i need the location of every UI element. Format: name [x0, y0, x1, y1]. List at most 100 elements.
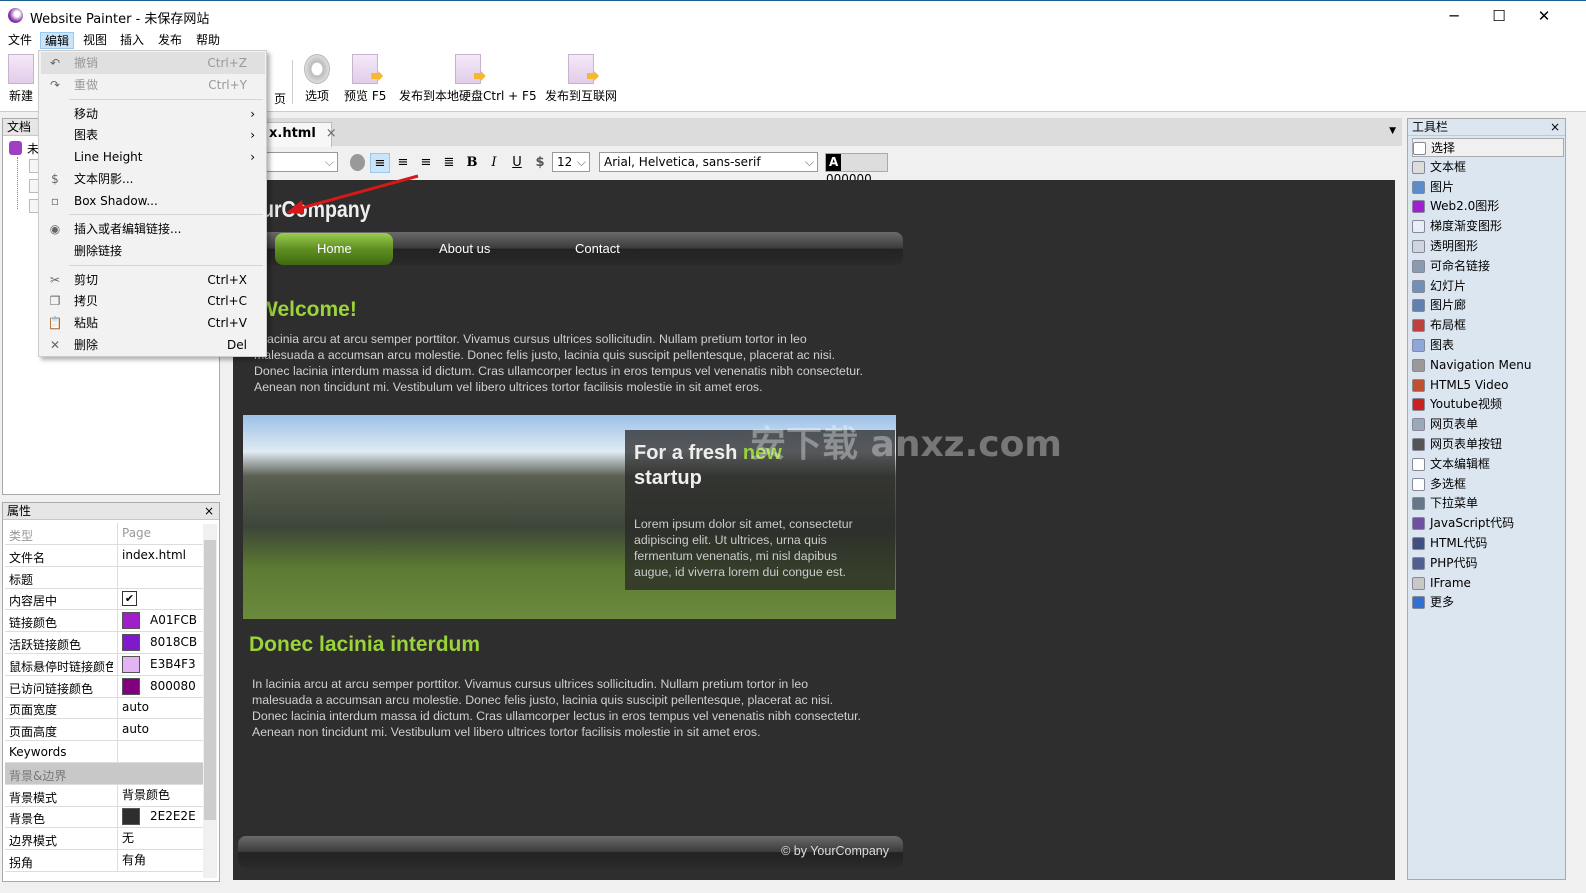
text-color-button[interactable]: A000000	[825, 153, 888, 186]
section-paragraph[interactable]: In lacinia arcu at arcu semper porttitor…	[252, 676, 892, 740]
property-value-cell[interactable]: 背景颜色	[117, 784, 204, 807]
property-row[interactable]: 类型 Page	[5, 523, 204, 545]
property-row[interactable]: 页面高度 auto	[5, 719, 204, 742]
property-row[interactable]: 内容居中 ✔	[5, 588, 204, 611]
tool-item[interactable]: 选择	[1412, 138, 1564, 157]
property-value-cell[interactable]: 8018CB	[117, 632, 204, 654]
color-swatch[interactable]	[122, 677, 140, 695]
publish-web-button[interactable]: 发布到互联网	[545, 54, 617, 104]
menu-edit[interactable]: 编辑	[40, 32, 75, 49]
property-value-cell[interactable]: E3B4F3	[117, 653, 204, 676]
tool-item[interactable]: Navigation Menu	[1412, 356, 1564, 375]
property-row[interactable]: 边界模式 无	[5, 828, 204, 851]
property-row[interactable]: 背景模式 背景颜色	[5, 784, 204, 807]
welcome-heading[interactable]: Welcome!	[258, 298, 357, 322]
text-shadow-button[interactable]: $	[530, 153, 550, 173]
close-window-button[interactable]: ✕	[1521, 5, 1567, 27]
properties-scrollbar[interactable]	[203, 524, 217, 878]
site-footer[interactable]: © by YourCompany	[238, 836, 903, 868]
nav-about[interactable]: About us	[439, 241, 490, 256]
checkbox[interactable]: ✔	[122, 591, 137, 607]
close-tab-button[interactable]: ×	[326, 126, 337, 141]
property-value-cell[interactable]: A01FCB	[117, 610, 204, 633]
menu-item[interactable]: $ 文本阴影...	[41, 168, 265, 190]
preview-button[interactable]: 预览 F5	[344, 54, 386, 104]
property-row[interactable]: 页面宽度 auto	[5, 697, 204, 720]
tool-item[interactable]: 图表	[1412, 336, 1564, 355]
menu-view[interactable]: 视图	[79, 32, 111, 49]
property-value[interactable]: 无	[122, 831, 134, 845]
tool-item[interactable]: HTML代码	[1412, 534, 1564, 553]
tool-item[interactable]: 图片廊	[1412, 296, 1564, 315]
font-family-select[interactable]: Arial, Helvetica, sans-serif ⌵	[599, 152, 818, 172]
property-row[interactable]: 活跃链接颜色 8018CB	[5, 632, 204, 654]
tool-item[interactable]: JavaScript代码	[1412, 514, 1564, 533]
property-value-cell[interactable]: ✔	[117, 588, 204, 611]
property-row[interactable]: 拐角 有角	[5, 850, 204, 872]
tool-item[interactable]: 网页表单按钮	[1412, 435, 1564, 454]
menu-item[interactable]: 删除链接	[41, 240, 265, 262]
italic-button[interactable]: I	[484, 153, 504, 173]
menu-insert[interactable]: 插入	[116, 32, 148, 49]
style-select[interactable]: ⌵	[266, 152, 338, 172]
tab-list-dropdown-icon[interactable]: ▼	[1389, 126, 1396, 136]
color-swatch[interactable]	[122, 808, 140, 826]
tool-item[interactable]: 布局框	[1412, 316, 1564, 335]
new-button[interactable]: 新建	[8, 54, 34, 104]
color-swatch[interactable]	[122, 634, 140, 651]
property-row[interactable]: 已访问链接颜色 800080	[5, 675, 204, 698]
menu-item[interactable]: ✕ 删除 Del	[41, 334, 265, 356]
tool-item[interactable]: 可命名链接	[1412, 257, 1564, 276]
property-value-cell[interactable]: 有角	[117, 850, 204, 872]
property-value-cell[interactable]: 无	[117, 828, 204, 851]
property-row[interactable]: 文件名 index.html	[5, 544, 204, 567]
tool-item[interactable]: 文本编辑框	[1412, 455, 1564, 474]
property-row[interactable]: Keywords	[5, 741, 204, 763]
property-row[interactable]: 链接颜色 A01FCB	[5, 610, 204, 633]
menu-item[interactable]: ✂ 剪切 Ctrl+X	[41, 269, 265, 291]
menu-item[interactable]: 📋 粘贴 Ctrl+V	[41, 312, 265, 334]
property-value[interactable]: index.html	[122, 548, 186, 562]
menu-item[interactable]: ❐ 拷贝 Ctrl+C	[41, 290, 265, 312]
tool-item[interactable]: 文本框	[1412, 158, 1564, 177]
property-value[interactable]: auto	[122, 722, 149, 736]
tool-item[interactable]: 幻灯片	[1412, 277, 1564, 296]
property-value-cell[interactable]: auto	[117, 697, 204, 720]
tool-item[interactable]: 网页表单	[1412, 415, 1564, 434]
tool-item[interactable]: Web2.0图形	[1412, 197, 1564, 216]
color-swatch[interactable]	[122, 612, 140, 630]
menu-help[interactable]: 帮助	[192, 32, 224, 49]
section-heading[interactable]: Donec lacinia interdum	[249, 633, 480, 657]
tool-item[interactable]: 图片	[1412, 178, 1564, 197]
publish-local-button[interactable]: 发布到本地硬盘Ctrl + F5	[399, 54, 537, 104]
menu-publish[interactable]: 发布	[154, 32, 186, 49]
shape-icon[interactable]	[350, 154, 365, 171]
tool-item[interactable]: 透明图形	[1412, 237, 1564, 256]
property-value-cell[interactable]: 800080	[117, 675, 204, 698]
tool-item[interactable]: 更多	[1412, 593, 1564, 612]
menu-item[interactable]: ▫ Box Shadow...	[41, 190, 265, 212]
menu-item[interactable]: ◉ 插入或者编辑链接...	[41, 218, 265, 240]
nav-contact[interactable]: Contact	[575, 241, 620, 256]
tool-item[interactable]: IFrame	[1412, 574, 1564, 593]
property-value-cell[interactable]: Page	[117, 523, 204, 545]
close-properties-button[interactable]: ×	[204, 503, 214, 519]
menu-item[interactable]: Line Height ›	[41, 146, 265, 168]
property-row[interactable]: 鼠标悬停时链接颜色 E3B4F3	[5, 653, 204, 676]
minimize-button[interactable]: ─	[1431, 5, 1477, 27]
property-row[interactable]: 背景色 2E2E2E	[5, 806, 204, 829]
tab-index-html[interactable]: x.html ×	[262, 122, 337, 147]
close-tools-button[interactable]: ×	[1550, 119, 1560, 135]
welcome-paragraph[interactable]: n lacinia arcu at arcu semper porttitor.…	[254, 331, 894, 395]
property-value-cell[interactable]	[117, 741, 204, 763]
property-row[interactable]: 背景&边界	[5, 762, 204, 785]
tool-item[interactable]: 梯度渐变图形	[1412, 217, 1564, 236]
underline-button[interactable]: U	[507, 153, 527, 173]
menu-item[interactable]: 图表 ›	[41, 124, 265, 146]
color-swatch[interactable]	[122, 655, 140, 673]
font-size-select[interactable]: 12 ⌵	[552, 152, 590, 172]
tool-item[interactable]: HTML5 Video	[1412, 376, 1564, 395]
justify-button[interactable]: ≣	[439, 153, 459, 173]
maximize-button[interactable]: ☐	[1476, 5, 1522, 27]
property-value[interactable]: Page	[122, 526, 151, 540]
